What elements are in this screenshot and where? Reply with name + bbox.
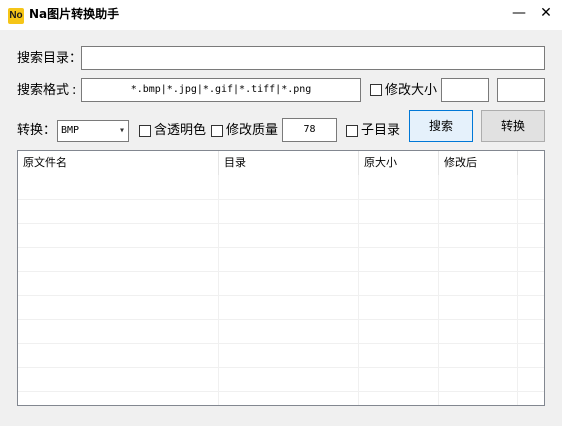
grid-line <box>18 319 544 320</box>
quality-input[interactable]: 78 <box>282 118 337 142</box>
quality-checkbox[interactable] <box>211 125 223 137</box>
grid-line <box>438 175 439 405</box>
resize-width-input[interactable] <box>441 78 489 102</box>
convert-label: 转换： <box>17 123 57 138</box>
resize-label: 修改大小 <box>385 83 438 98</box>
grid-line <box>18 367 544 368</box>
chevron-down-icon: ▾ <box>118 125 125 136</box>
grid-line <box>18 223 544 224</box>
search-format-colon: : <box>72 83 77 98</box>
resize-checkbox[interactable] <box>370 84 382 96</box>
column-header-filename[interactable]: 原文件名 <box>18 151 219 175</box>
resize-height-input[interactable] <box>497 78 545 102</box>
title-bar: No Na图片转换助手 — ✕ <box>0 0 562 30</box>
search-dir-input[interactable] <box>81 46 545 70</box>
close-button[interactable]: ✕ <box>532 0 560 26</box>
quality-value: 78 <box>303 124 316 135</box>
minimize-button[interactable]: — <box>505 0 533 26</box>
subdir-label: 子目录 <box>361 123 401 138</box>
search-dir-label: 搜索目录： <box>17 51 83 66</box>
subdir-checkbox[interactable] <box>346 125 358 137</box>
search-button[interactable]: 搜索 <box>409 110 473 142</box>
format-select-value: BMP <box>61 125 80 136</box>
transparent-checkbox[interactable] <box>139 125 151 137</box>
grid-line <box>18 247 544 248</box>
grid-line <box>18 271 544 272</box>
grid-line <box>18 391 544 392</box>
transparent-label: 含透明色 <box>154 123 207 138</box>
search-format-input[interactable]: *.bmp|*.jpg|*.gif|*.tiff|*.png <box>81 78 361 102</box>
app-icon: No <box>8 8 24 24</box>
file-list[interactable]: 原文件名 目录 原大小 修改后 <box>17 150 545 406</box>
grid-line <box>358 175 359 405</box>
column-header-original-size[interactable]: 原大小 <box>359 151 439 175</box>
quality-label: 修改质量 <box>226 123 279 138</box>
grid-line <box>517 175 518 405</box>
grid-line <box>18 343 544 344</box>
search-format-label: 搜索格式 <box>17 83 70 98</box>
grid-line <box>18 199 544 200</box>
column-header-directory[interactable]: 目录 <box>219 151 359 175</box>
search-format-value: *.bmp|*.jpg|*.gif|*.tiff|*.png <box>130 84 312 95</box>
grid-line <box>218 175 219 405</box>
column-header-modified[interactable]: 修改后 <box>439 151 518 175</box>
grid-line <box>18 295 544 296</box>
format-select[interactable]: BMP ▾ <box>57 120 129 142</box>
window-title: Na图片转换助手 <box>29 7 120 21</box>
convert-button[interactable]: 转换 <box>481 110 545 142</box>
